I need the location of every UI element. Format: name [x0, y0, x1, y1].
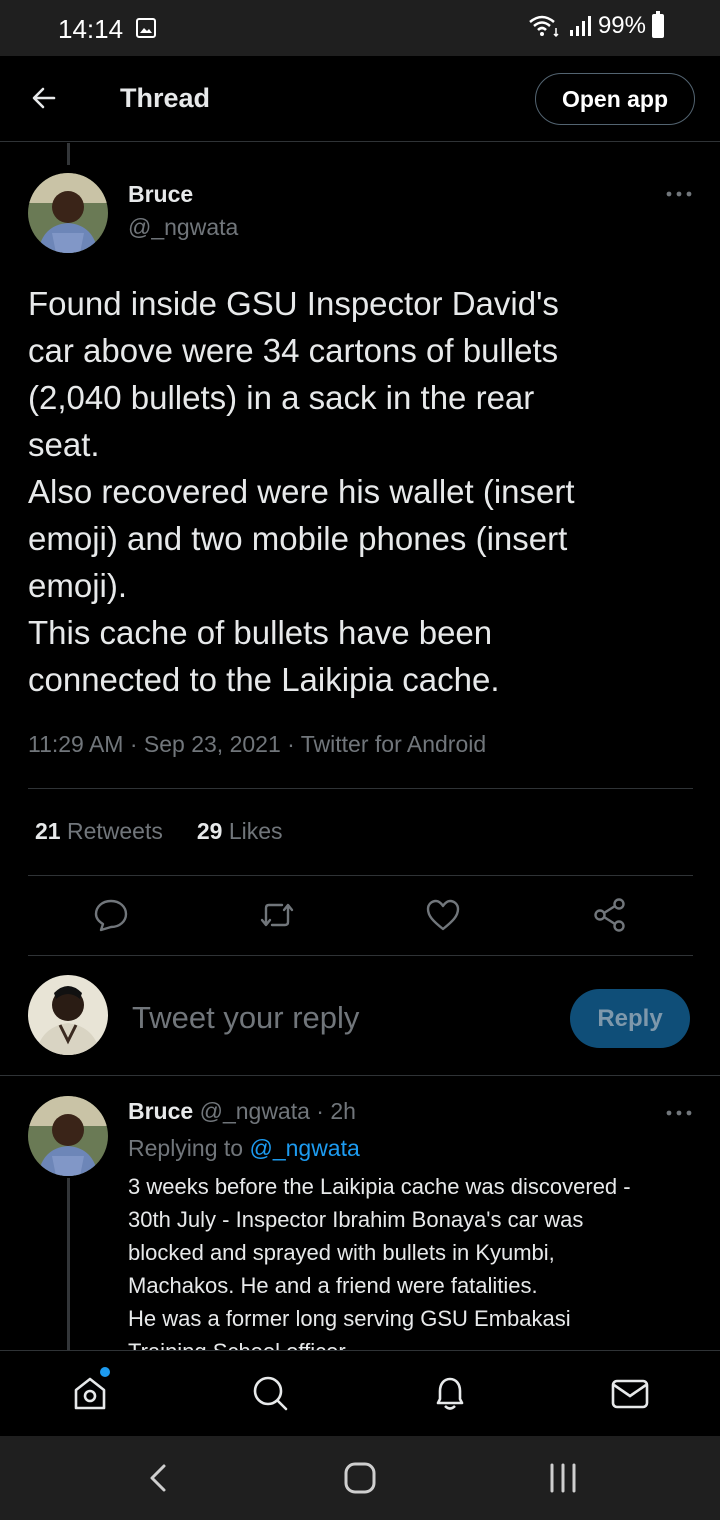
current-user-avatar — [28, 975, 108, 1055]
arrow-left-icon[interactable] — [28, 82, 60, 114]
home-icon[interactable] — [70, 1373, 110, 1413]
system-recents-icon[interactable] — [545, 1460, 581, 1496]
thread-connector-line — [67, 1178, 70, 1350]
divider — [28, 955, 693, 956]
retweets-stat[interactable]: 21 Retweets — [35, 818, 163, 845]
image-notification-icon — [136, 18, 156, 38]
top-header: Thread Open app — [0, 56, 720, 142]
battery-percent: 99% — [597, 12, 646, 39]
search-icon[interactable] — [250, 1373, 290, 1413]
reply-tweet-text: 3 weeks before the Laikipia cache was di… — [128, 1174, 631, 1350]
retweets-label: Retweets — [66, 818, 163, 844]
author-handle[interactable]: @_ngwata — [128, 214, 238, 241]
heart-icon[interactable] — [424, 896, 462, 934]
reply-author-avatar-image — [28, 1096, 108, 1176]
retweets-count: 21 — [35, 818, 61, 844]
envelope-icon[interactable] — [610, 1373, 650, 1413]
status-time: 14:14 — [58, 14, 124, 44]
avatar-image — [28, 173, 108, 253]
reply-author-name[interactable]: Bruce — [128, 1098, 193, 1124]
system-back-icon[interactable] — [142, 1460, 178, 1496]
thread-connector-line — [67, 143, 70, 165]
replying-to-handle[interactable]: @_ngwata — [249, 1135, 359, 1161]
current-user-avatar-image — [28, 975, 108, 1055]
reply-header: Bruce @_ngwata · 2h — [128, 1098, 356, 1125]
page-title: Thread — [120, 83, 211, 113]
divider — [28, 788, 693, 789]
reply-input[interactable]: Tweet your reply — [132, 1000, 359, 1036]
reply-handle-time: @_ngwata · 2h — [199, 1098, 356, 1124]
tweet-stats: 21 Retweets 29 Likes — [35, 818, 283, 845]
tweet-text: Found inside GSU Inspector David's car a… — [28, 285, 575, 698]
wifi-icon — [529, 15, 559, 38]
more-horizontal-icon[interactable] — [664, 1108, 694, 1118]
avatar[interactable] — [28, 173, 108, 253]
author-name[interactable]: Bruce — [128, 181, 193, 208]
likes-label: Likes — [228, 818, 283, 844]
likes-count: 29 — [196, 818, 223, 844]
notification-dot — [100, 1367, 110, 1377]
signal-icon — [569, 16, 591, 36]
bell-icon[interactable] — [430, 1373, 470, 1413]
replying-to-prefix: Replying to — [128, 1135, 244, 1161]
reply-button[interactable]: Reply — [570, 989, 690, 1048]
bottom-nav — [0, 1350, 720, 1436]
open-app-button[interactable]: Open app — [535, 73, 695, 125]
retweet-icon[interactable] — [258, 896, 296, 934]
system-home-icon[interactable] — [342, 1460, 378, 1496]
battery-icon — [652, 11, 664, 38]
reply-author-avatar[interactable] — [28, 1096, 108, 1176]
system-navigation-bar — [0, 1436, 720, 1520]
reply-bubble-icon[interactable] — [92, 896, 130, 934]
divider — [0, 1075, 720, 1076]
status-icons: 99% — [528, 11, 664, 40]
tweet-timestamp: 11:29 AM · Sep 23, 2021 · Twitter for An… — [28, 731, 487, 757]
divider — [28, 875, 693, 876]
replying-to: Replying to @_ngwata — [128, 1135, 360, 1162]
share-icon[interactable] — [591, 896, 629, 934]
status-bar: 14:14 99% — [0, 0, 720, 56]
more-horizontal-icon[interactable] — [664, 189, 694, 199]
likes-stat[interactable]: 29 Likes — [197, 818, 283, 845]
